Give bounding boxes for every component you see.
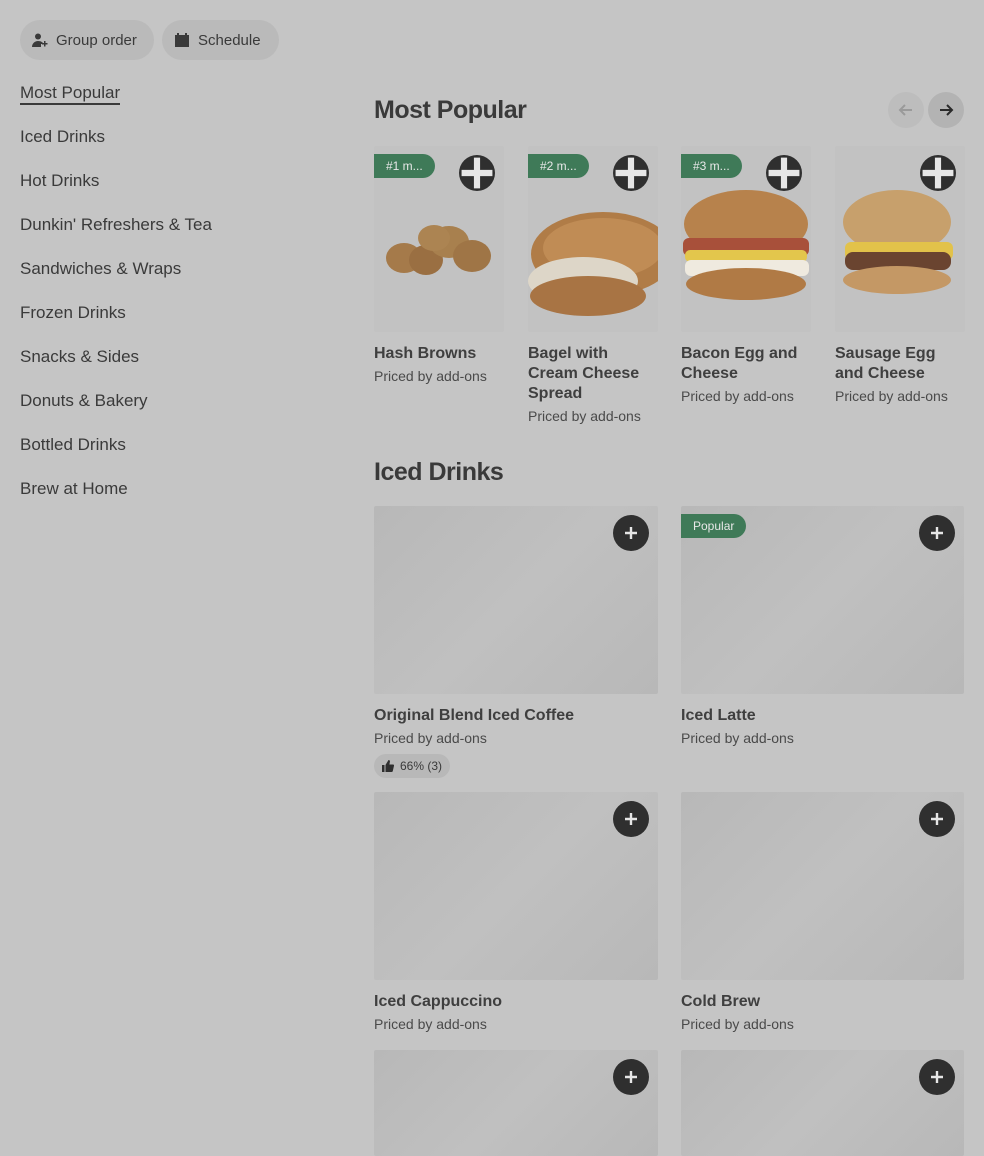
menu-item-card[interactable]: Original Blend Iced Coffee Priced by add… <box>374 506 658 778</box>
add-to-cart-button[interactable] <box>613 801 649 837</box>
item-name: Bacon Egg and Cheese <box>681 345 798 382</box>
plus-icon <box>931 813 943 825</box>
plus-icon <box>625 1071 637 1083</box>
plus-icon <box>625 527 637 539</box>
sidebar-item-iced-drinks[interactable]: Iced Drinks <box>20 126 320 170</box>
plus-icon <box>931 1071 943 1083</box>
add-to-cart-button[interactable] <box>920 155 956 191</box>
thumbs-up-icon <box>382 760 394 772</box>
sidebar-item-frozen-drinks[interactable]: Frozen Drinks <box>20 302 320 346</box>
item-name: Iced Cappuccino <box>374 993 503 1010</box>
popular-badge: Popular <box>681 514 747 538</box>
item-price: Priced by add-ons <box>681 388 794 404</box>
add-person-icon <box>32 33 48 47</box>
add-to-cart-button[interactable] <box>613 155 649 191</box>
most-popular-heading: Most Popular <box>374 96 527 124</box>
sidebar-item-bottled-drinks[interactable]: Bottled Drinks <box>20 434 320 478</box>
group-order-label: Group order <box>56 31 137 49</box>
item-image: Popular <box>681 506 964 694</box>
rating-badge: 66% (3) <box>374 754 451 778</box>
add-to-cart-button[interactable] <box>919 515 955 551</box>
group-order-button[interactable]: Group order <box>20 20 154 60</box>
item-image <box>835 146 965 332</box>
plus-icon <box>768 157 800 189</box>
schedule-label: Schedule <box>198 31 261 49</box>
popular-item-card[interactable]: Sausage Egg and Cheese Priced by add-ons <box>835 146 965 406</box>
item-price: Priced by add-ons <box>374 368 487 384</box>
sidebar-item-sandwiches-wraps[interactable]: Sandwiches & Wraps <box>20 258 320 302</box>
add-to-cart-button[interactable] <box>613 1059 649 1095</box>
sidebar-item-most-popular[interactable]: Most Popular <box>20 82 320 126</box>
item-price: Priced by add-ons <box>528 408 641 424</box>
arrow-left-icon <box>898 104 912 116</box>
menu-item-card[interactable]: Cold Brew Priced by add-ons <box>681 792 964 1034</box>
add-to-cart-button[interactable] <box>919 1059 955 1095</box>
menu-item-card[interactable]: Iced Cappuccino Priced by add-ons <box>374 792 658 1034</box>
popular-item-card[interactable]: #2 m... Bagel with Cream Cheese Spread P… <box>528 146 658 426</box>
calendar-icon <box>175 33 189 47</box>
popular-item-card[interactable]: #3 m... Bacon Egg and Cheese Priced by a… <box>681 146 811 406</box>
carousel-next-button[interactable] <box>928 92 964 128</box>
add-to-cart-button[interactable] <box>613 515 649 551</box>
menu-item-card[interactable] <box>681 1050 964 1156</box>
arrow-right-icon <box>940 104 954 116</box>
add-to-cart-button[interactable] <box>919 801 955 837</box>
popular-item-card[interactable]: #1 m... Hash Browns Priced by add-ons <box>374 146 504 386</box>
item-price: Priced by add-ons <box>681 730 794 746</box>
plus-icon <box>931 527 943 539</box>
item-image <box>681 792 964 980</box>
item-name: Hash Browns <box>374 345 477 362</box>
item-name: Original Blend Iced Coffee <box>374 707 575 724</box>
rating-text: 66% (3) <box>400 759 443 773</box>
plus-icon <box>461 157 493 189</box>
add-to-cart-button[interactable] <box>459 155 495 191</box>
item-price: Priced by add-ons <box>374 1016 487 1032</box>
item-image <box>374 1050 658 1156</box>
item-price: Priced by add-ons <box>835 388 948 404</box>
add-to-cart-button[interactable] <box>766 155 802 191</box>
menu-item-card[interactable] <box>374 1050 658 1156</box>
sidebar-item-snacks-sides[interactable]: Snacks & Sides <box>20 346 320 390</box>
rank-badge: #3 m... <box>681 154 742 178</box>
menu-item-card[interactable]: Popular Iced Latte Priced by add-ons <box>681 506 964 748</box>
iced-drinks-heading: Iced Drinks <box>374 458 504 486</box>
item-name: Bagel with Cream Cheese Spread <box>528 345 640 402</box>
sidebar-item-brew-at-home[interactable]: Brew at Home <box>20 478 320 522</box>
plus-icon <box>625 813 637 825</box>
item-name: Cold Brew <box>681 993 761 1010</box>
rank-badge: #2 m... <box>528 154 589 178</box>
item-price: Priced by add-ons <box>374 730 487 746</box>
sidebar-item-donuts-bakery[interactable]: Donuts & Bakery <box>20 390 320 434</box>
item-price: Priced by add-ons <box>681 1016 794 1032</box>
item-name: Iced Latte <box>681 707 756 724</box>
schedule-button[interactable]: Schedule <box>162 20 279 60</box>
sidebar-item-refreshers-tea[interactable]: Dunkin' Refreshers & Tea <box>20 214 320 258</box>
item-image <box>681 1050 964 1156</box>
rank-badge: #1 m... <box>374 154 435 178</box>
item-image: #3 m... <box>681 146 811 332</box>
category-sidebar: Most Popular Iced Drinks Hot Drinks Dunk… <box>20 82 320 522</box>
item-image: #2 m... <box>528 146 658 332</box>
item-name: Sausage Egg and Cheese <box>835 345 936 382</box>
plus-icon <box>615 157 647 189</box>
sidebar-item-hot-drinks[interactable]: Hot Drinks <box>20 170 320 214</box>
item-image <box>374 506 658 694</box>
carousel-prev-button[interactable] <box>888 92 924 128</box>
plus-icon <box>922 157 954 189</box>
item-image <box>374 792 658 980</box>
item-image: #1 m... <box>374 146 504 332</box>
